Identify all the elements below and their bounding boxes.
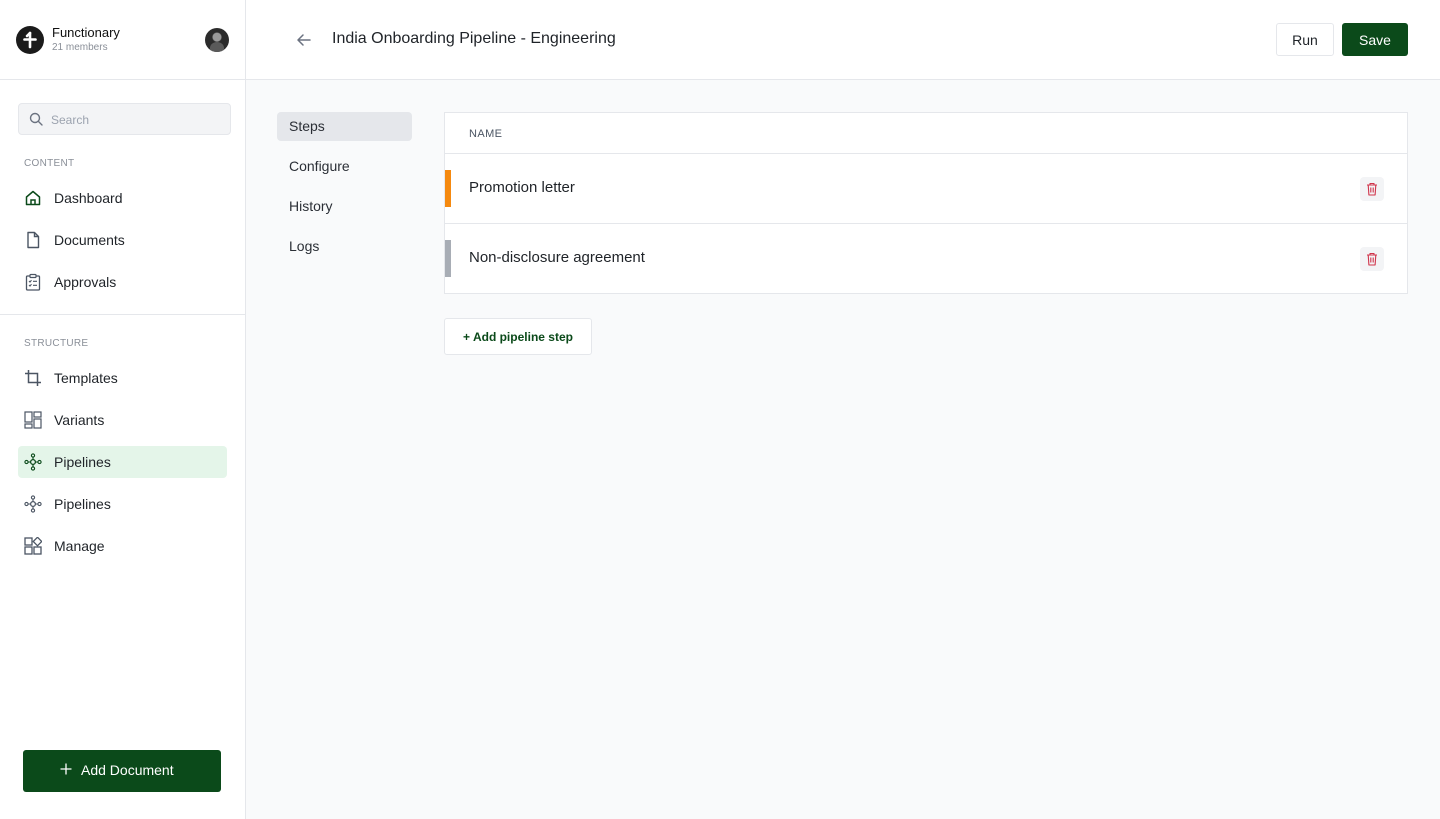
trash-icon [1367,182,1377,196]
step-color-bar [445,170,451,207]
clipboard-check-icon [25,273,41,291]
tab-label: Configure [289,158,350,174]
search-icon [29,112,43,126]
crop-icon [25,370,41,386]
org-name: Functionary [52,25,120,40]
sidebar-item-dashboard[interactable]: Dashboard [18,182,227,214]
tab-history[interactable]: History [277,192,412,221]
table-row[interactable]: Non-disclosure agreement [445,223,1407,293]
sidebar-item-approvals[interactable]: Approvals [18,266,227,298]
tab-steps[interactable]: Steps [277,112,412,141]
sidebar-item-templates[interactable]: Templates [18,362,227,394]
pipeline-steps-table: NAME Promotion letter Non-disclosure agr… [444,112,1408,294]
layout-icon [24,411,42,429]
org-switcher[interactable]: Functionary 21 members [0,0,245,80]
pipeline-icon [24,495,42,513]
delete-step-button[interactable] [1360,177,1384,201]
step-name: Promotion letter [469,179,575,196]
pipeline-icon [24,453,42,471]
search-input[interactable] [51,110,221,130]
sidebar-item-label: Pipelines [54,454,111,470]
sidebar-item-label: Documents [54,232,125,248]
sidebar-item-manage[interactable]: Manage [18,530,227,562]
add-pipeline-step-button[interactable]: + Add pipeline step [444,318,592,355]
section-label-structure: STRUCTURE [24,338,89,349]
tab-logs[interactable]: Logs [277,232,412,261]
add-document-label: Add Document [81,762,174,778]
run-button[interactable]: Run [1276,23,1334,56]
tab-configure[interactable]: Configure [277,152,412,181]
step-color-bar [445,240,451,277]
plus-icon [60,763,72,775]
column-header-name: NAME [469,128,503,140]
step-name: Non-disclosure agreement [469,249,645,266]
sidebar-divider [0,314,245,315]
sidebar-item-label: Dashboard [54,190,123,206]
sidebar-item-pipelines[interactable]: Pipelines [18,488,227,520]
sidebar-item-label: Templates [54,370,118,386]
table-row[interactable]: Promotion letter [445,153,1407,223]
sidebar-item-documents[interactable]: Documents [18,224,227,256]
user-avatar[interactable] [205,28,229,52]
sidebar-item-label: Manage [54,538,105,554]
grid-icon [24,537,42,555]
sidebar-item-label: Pipelines [54,496,111,512]
sidebar-item-pipelines-active[interactable]: Pipelines [18,446,227,478]
save-button[interactable]: Save [1342,23,1408,56]
back-arrow-icon[interactable] [294,30,314,50]
org-logo-icon [16,26,44,54]
search-box [18,103,231,135]
page-title: India Onboarding Pipeline - Engineering [332,30,616,47]
org-member-count: 21 members [52,42,108,53]
document-icon [27,231,40,249]
sidebar-item-label: Variants [54,412,105,428]
home-icon [25,190,41,206]
tab-label: History [289,198,333,214]
sidebar: Functionary 21 members CONTENT Dashboard… [0,0,246,819]
section-label-content: CONTENT [24,158,75,169]
add-document-button[interactable]: Add Document [23,750,221,792]
delete-step-button[interactable] [1360,247,1384,271]
tab-label: Steps [289,118,325,134]
tab-label: Logs [289,238,320,254]
sidebar-item-variants[interactable]: Variants [18,404,227,436]
trash-icon [1367,252,1377,266]
sidebar-item-label: Approvals [54,274,117,290]
page-header: India Onboarding Pipeline - Engineering … [246,0,1440,80]
